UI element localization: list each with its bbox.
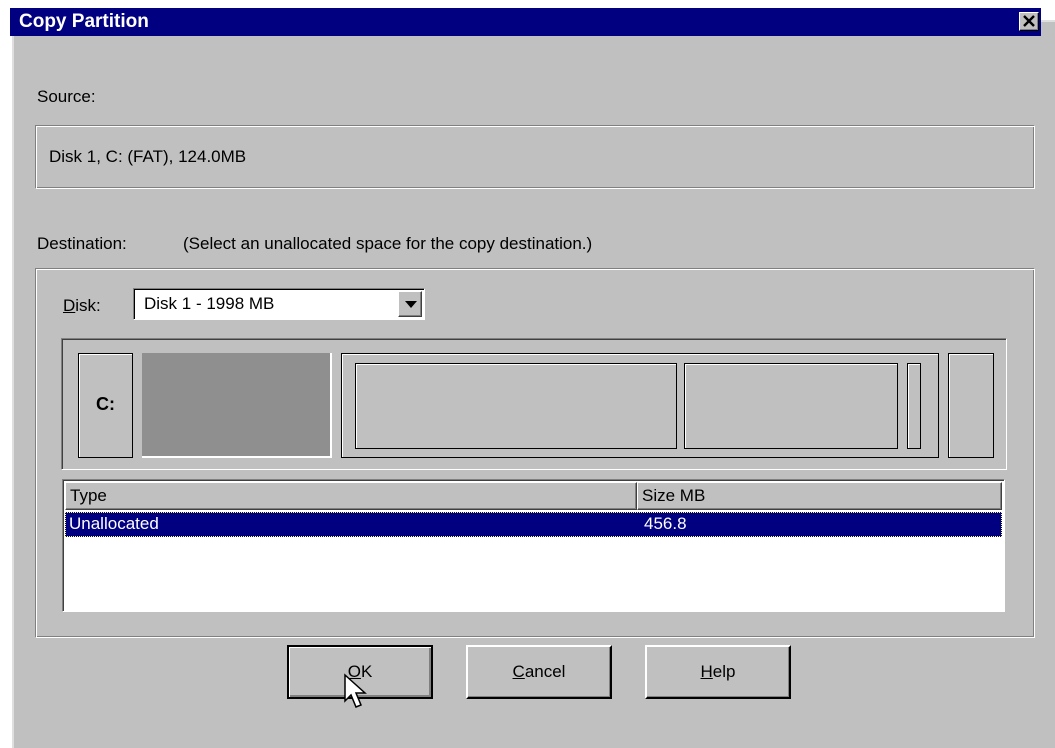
partition-last[interactable] [948, 353, 994, 458]
mouse-cursor-icon [343, 673, 373, 718]
row-type: Unallocated [69, 514, 159, 533]
close-icon [1022, 13, 1036, 32]
logical-partition-2[interactable] [684, 363, 898, 449]
close-button[interactable] [1019, 12, 1039, 31]
help-button-label: Help [700, 662, 736, 681]
column-header-size[interactable]: Size MB [637, 482, 1002, 510]
partition-extended[interactable] [341, 353, 939, 458]
partition-list: Type Size MB Unallocated 456.8 [62, 479, 1005, 612]
partition-c[interactable]: C: [78, 353, 133, 458]
destination-hint: (Select an unallocated space for the cop… [183, 234, 593, 253]
disk-label: Disk: [63, 296, 101, 315]
logical-partition-3[interactable] [907, 363, 921, 449]
disk-select-value: Disk 1 - 1998 MB [144, 294, 275, 313]
disk-map: C: [61, 338, 1007, 470]
dialog-title: Copy Partition [19, 11, 149, 32]
dropdown-arrow-icon [405, 301, 417, 308]
cancel-button-label: Cancel [512, 662, 566, 681]
help-button[interactable]: Help [645, 645, 791, 699]
source-value: Disk 1, C: (FAT), 124.0MB [49, 147, 247, 166]
source-label: Source: [37, 87, 96, 106]
partition-unallocated[interactable] [142, 353, 332, 458]
disk-select[interactable]: Disk 1 - 1998 MB [133, 288, 425, 320]
partition-c-label: C: [96, 394, 115, 414]
cancel-button[interactable]: Cancel [466, 645, 612, 699]
row-size: 456.8 [644, 514, 687, 533]
destination-label: Destination: [37, 234, 127, 253]
logical-partition-1[interactable] [355, 363, 677, 449]
list-row-unallocated[interactable]: Unallocated 456.8 [65, 512, 1002, 537]
title-bar: Copy Partition [10, 8, 1041, 36]
column-header-type[interactable]: Type [65, 482, 637, 510]
disk-select-dropdown-button[interactable] [398, 291, 422, 317]
source-box: Disk 1, C: (FAT), 124.0MB [35, 125, 1035, 189]
